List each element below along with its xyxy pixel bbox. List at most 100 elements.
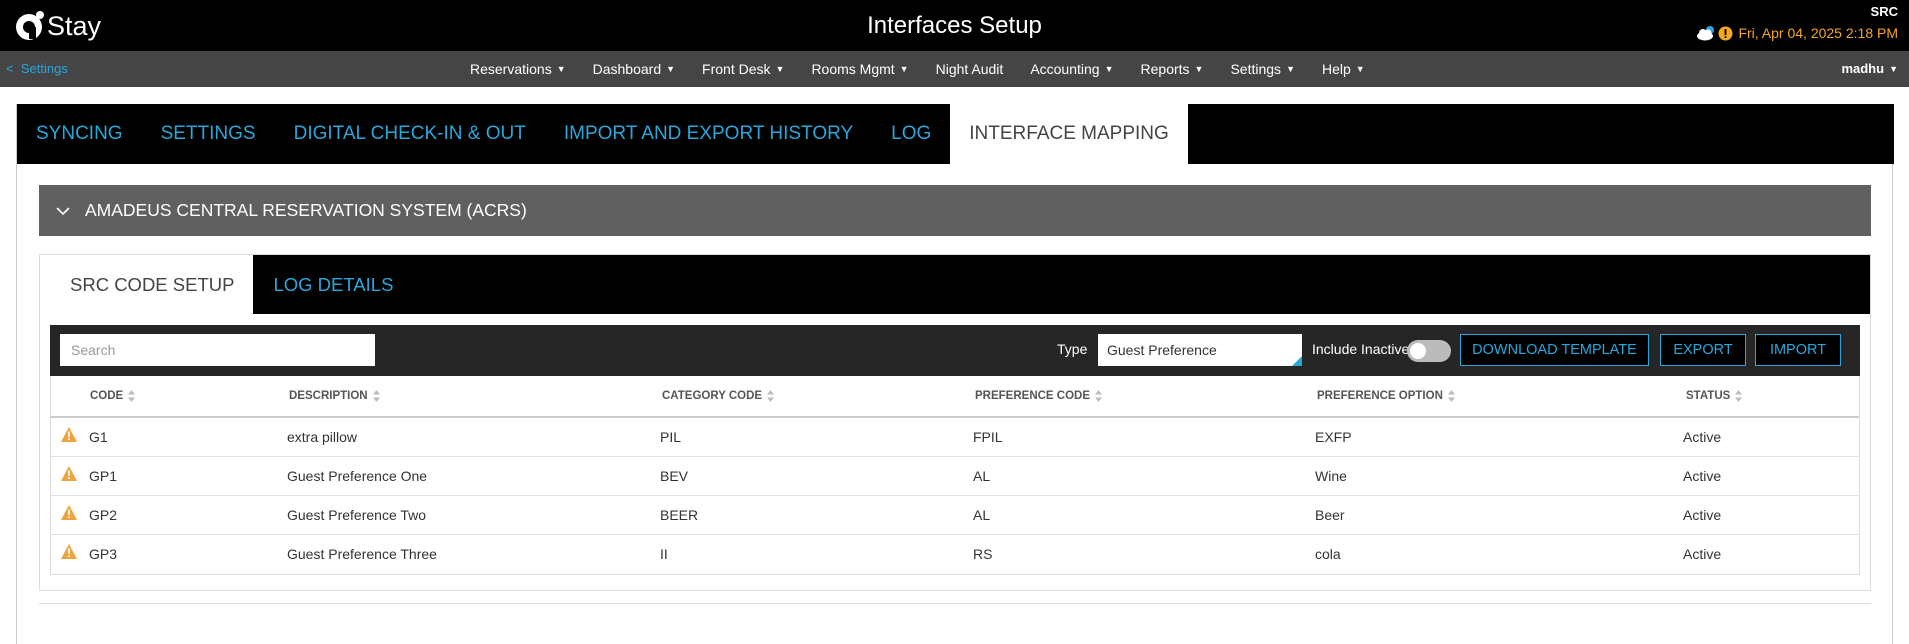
nav-item-reservations[interactable]: Reservations ▼: [470, 61, 566, 77]
nav-label: Dashboard: [592, 61, 662, 77]
cell-preference-code: FPIL: [973, 429, 1003, 445]
cell-preference-option: EXFP: [1315, 429, 1352, 445]
caret-down-icon: ▼: [1286, 64, 1295, 74]
type-select[interactable]: Guest Preference: [1098, 334, 1302, 366]
warning-icon: [61, 466, 77, 481]
acrs-section-header[interactable]: AMADEUS CENTRAL RESERVATION SYSTEM (ACRS…: [39, 185, 1871, 236]
tab-interface-mapping[interactable]: INTERFACE MAPPING: [950, 104, 1188, 164]
column-label: STATUS: [1686, 390, 1731, 402]
column-label: PREFERENCE CODE: [975, 390, 1091, 402]
main-tabs: SYNCING SETTINGS DIGITAL CHECK-IN & OUT …: [17, 104, 1894, 164]
top-right-info: SRC Fri, Apr 04, 2025 2:18 PM: [1696, 4, 1898, 41]
cell-description: extra pillow: [287, 429, 358, 445]
cell-code: GP2: [89, 507, 118, 523]
weather-icon: [1697, 26, 1715, 41]
nav-label: Night Audit: [935, 61, 1004, 77]
column-header-preference-code[interactable]: PREFERENCE CODE: [975, 390, 1103, 402]
table-row[interactable]: GP2 Guest Preference Two BEER AL Beer Ac…: [51, 496, 1859, 535]
table-header: CODE DESCRIPTION CATEGORY CODE PREFERENC…: [51, 376, 1859, 418]
cell-preference-option: Beer: [1315, 507, 1345, 523]
sort-icon: [128, 390, 136, 402]
sort-icon: [372, 390, 380, 402]
nav-bar: < Settings Reservations ▼ Dashboard ▼ Fron…: [0, 51, 1909, 87]
column-header-description[interactable]: DESCRIPTION: [289, 390, 380, 402]
cell-code: GP3: [89, 546, 118, 562]
cell-status: Active: [1683, 429, 1722, 445]
column-label: CATEGORY CODE: [662, 390, 763, 402]
nav-item-accounting[interactable]: Accounting ▼: [1030, 61, 1113, 77]
nav-item-reports[interactable]: Reports ▼: [1141, 61, 1204, 77]
cell-preference-option: Wine: [1315, 468, 1347, 484]
sort-icon: [1735, 390, 1743, 402]
column-label: CODE: [90, 390, 124, 402]
caret-down-icon: ▼: [775, 64, 785, 74]
caret-down-icon: ▼: [556, 64, 566, 74]
main-content: SYNCING SETTINGS DIGITAL CHECK-IN & OUT …: [16, 104, 1894, 644]
sort-icon: [767, 390, 775, 402]
nav-label: Reports: [1140, 61, 1190, 77]
back-link-label: Settings: [20, 61, 68, 76]
cell-status: Active: [1683, 468, 1722, 484]
main-menu: Reservations ▼ Dashboard ▼ Front Desk ▼ Roo…: [470, 61, 1392, 77]
acrs-panel: SRC CODE SETUP LOG DETAILS Type Guest Pr…: [39, 254, 1871, 591]
search-input[interactable]: [60, 334, 375, 366]
cell-status: Active: [1683, 507, 1722, 523]
nav-item-night-audit[interactable]: Night Audit: [936, 61, 1004, 77]
table-row[interactable]: GP1 Guest Preference One BEV AL Wine Act…: [51, 457, 1859, 496]
type-selected-value: Guest Preference: [1107, 342, 1217, 358]
toggle-knob: [1410, 343, 1426, 359]
section-title: AMADEUS CENTRAL RESERVATION SYSTEM (ACRS…: [85, 200, 527, 220]
tab-log-details[interactable]: LOG DETAILS: [253, 255, 413, 314]
src-code-table: CODE DESCRIPTION CATEGORY CODE PREFERENC…: [50, 376, 1860, 575]
sub-tabs: SRC CODE SETUP LOG DETAILS: [40, 255, 1870, 314]
import-button[interactable]: IMPORT: [1755, 334, 1841, 366]
tab-src-code-setup[interactable]: SRC CODE SETUP: [40, 255, 254, 314]
tab-digital-check-in-out[interactable]: DIGITAL CHECK-IN & OUT: [275, 104, 545, 164]
table-row[interactable]: G1 extra pillow PIL FPIL EXFP Active: [51, 418, 1859, 457]
tab-log[interactable]: LOG: [872, 104, 950, 164]
column-header-preference-option[interactable]: PREFERENCE OPTION: [1317, 390, 1455, 402]
user-name: madhu: [1841, 61, 1885, 76]
tab-syncing[interactable]: SYNCING: [17, 104, 142, 164]
caret-down-icon: ▼: [1194, 64, 1204, 74]
back-to-settings-link[interactable]: < Settings: [6, 61, 68, 76]
caret-down-icon: ▼: [899, 64, 909, 74]
column-header-status[interactable]: STATUS: [1686, 390, 1743, 402]
nav-item-rooms-mgmt[interactable]: Rooms Mgmt ▼: [811, 61, 908, 77]
nav-label: Front Desk: [702, 61, 771, 77]
cell-code: G1: [89, 429, 108, 445]
nav-label: Help: [1321, 61, 1351, 77]
cell-preference-code: RS: [973, 546, 993, 562]
tab-import-export-history[interactable]: IMPORT AND EXPORT HISTORY: [545, 104, 872, 164]
nav-item-help[interactable]: Help ▼: [1322, 61, 1365, 77]
include-inactive-toggle[interactable]: [1407, 340, 1451, 362]
cell-description: Guest Preference One: [287, 468, 428, 484]
download-template-button[interactable]: DOWNLOAD TEMPLATE: [1460, 334, 1649, 366]
include-inactive-label: Include Inactive: [1312, 341, 1410, 357]
top-bar: Stay Interfaces Setup SRC Fri, Apr 04, 2…: [0, 0, 1909, 51]
user-menu[interactable]: madhu ▼: [1841, 61, 1898, 76]
column-header-code[interactable]: CODE: [90, 390, 136, 402]
page-title: Interfaces Setup: [867, 12, 1042, 39]
caret-down-icon: ▼: [1355, 64, 1365, 74]
nav-item-dashboard[interactable]: Dashboard ▼: [593, 61, 675, 77]
cell-preference-code: AL: [973, 468, 991, 484]
sort-icon: [1095, 390, 1103, 402]
cell-status: Active: [1683, 546, 1722, 562]
nav-label: Reservations: [470, 61, 552, 77]
export-button[interactable]: EXPORT: [1660, 334, 1746, 366]
column-label: PREFERENCE OPTION: [1317, 390, 1443, 402]
table-row[interactable]: GP3 Guest Preference Three II RS cola Ac…: [51, 535, 1859, 574]
nav-item-settings[interactable]: Settings ▼: [1230, 61, 1295, 77]
tab-settings[interactable]: SETTINGS: [142, 104, 275, 164]
alert-icon[interactable]: [1718, 26, 1733, 41]
cell-category-code: II: [660, 546, 668, 562]
type-label: Type: [1057, 341, 1088, 357]
current-datetime: Fri, Apr 04, 2025 2:18 PM: [1738, 25, 1898, 41]
warning-icon: [61, 427, 77, 442]
column-label: DESCRIPTION: [289, 390, 368, 402]
nav-item-front-desk[interactable]: Front Desk ▼: [702, 61, 784, 77]
column-header-category-code[interactable]: CATEGORY CODE: [662, 390, 775, 402]
warning-icon: [61, 544, 77, 559]
cell-category-code: PIL: [660, 429, 682, 445]
